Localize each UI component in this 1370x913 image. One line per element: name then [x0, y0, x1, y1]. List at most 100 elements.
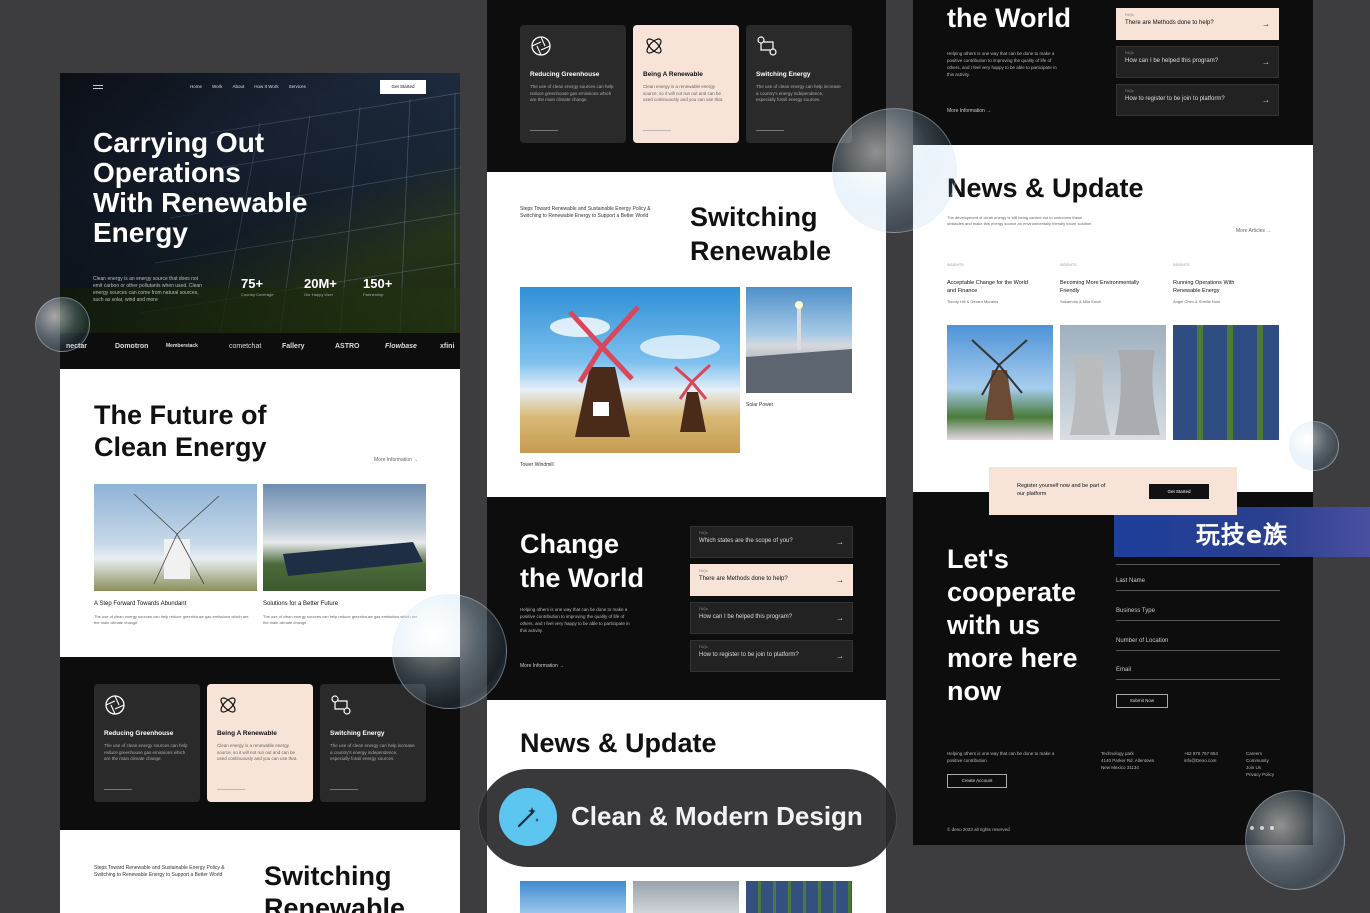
card-switching-energy[interactable]: Switching Energy The use of clean energy… [320, 684, 426, 802]
bubble-decoration [1289, 421, 1339, 471]
stat-1: 75+ Country Coverage [241, 276, 274, 297]
solar-field-image [263, 484, 426, 591]
register-text: Register yourself now and be part of our… [1017, 483, 1106, 497]
magic-wand-icon [499, 788, 557, 846]
badge-text: Clean & Modern Design [571, 801, 863, 831]
card-switching-energy[interactable]: Switching Energy The use of clean energy… [746, 25, 852, 143]
faq-item-2[interactable]: FAQs There are Methods done to help? → [690, 564, 853, 596]
nav-services[interactable]: Services [289, 84, 306, 89]
panel-right: the World Helping others is one way that… [913, 0, 1313, 845]
footer-copyright: © deno 2023 all rights reserved [947, 827, 1010, 832]
news-item-3[interactable]: INSIGHTS Running Operations With Renewab… [1173, 262, 1279, 305]
change-more-link[interactable]: More Information → [520, 663, 564, 670]
nav-how-it-work[interactable]: How It Work [254, 84, 278, 89]
switching-title: Switching Renewable [690, 202, 832, 266]
footer-link-privacy[interactable]: Privacy Policy [1246, 771, 1274, 778]
nav-about[interactable]: About [232, 84, 244, 89]
news-more-articles-link[interactable]: More Articles → [1236, 228, 1271, 235]
register-get-started-button[interactable]: Get Started [1149, 484, 1209, 499]
logo-flowbase: Flowbase [385, 343, 417, 350]
news-description: The development of clean energy is still… [947, 215, 1092, 226]
change-description-right: Helping others is one way that can be do… [947, 51, 1057, 77]
faq-item-4[interactable]: FAQs How to register to be join to platfo… [690, 640, 853, 672]
nav-menu: Home Work About How It Work Services [190, 84, 306, 89]
contact-form: Last Name Business Type Number of Locati… [1116, 560, 1280, 720]
stat-2: 20M+ Our Happy User [304, 276, 337, 297]
logo-memberstack: Memberstack [166, 343, 198, 349]
footer-link-community[interactable]: Community [1246, 757, 1274, 764]
footer-link-careers[interactable]: Careers [1246, 750, 1274, 757]
card-title: Switching Energy [330, 730, 385, 737]
logo-cometchat: cometchat [229, 343, 262, 350]
windmill-graphic [133, 493, 220, 585]
arrow-right-icon: → [836, 575, 844, 585]
bubble-decoration [832, 108, 957, 233]
news-thumb-1 [520, 881, 626, 913]
cooling-towers-graphic [1070, 350, 1160, 435]
logo-xfinity: xfini [440, 343, 455, 350]
footer-description: Helping others is one way that can be do… [947, 751, 1055, 763]
last-name-field[interactable]: Last Name [1116, 578, 1280, 591]
arrow-right-icon: → [836, 651, 844, 661]
card-reducing-greenhouse[interactable]: Reducing Greenhouse The use of clean ene… [520, 25, 626, 143]
card-title: Being A Renewable [217, 730, 277, 737]
register-banner: Register yourself now and be part of our… [989, 467, 1237, 515]
caption-solar-power: Solar Power [746, 402, 774, 408]
news-image-cooling-towers [1060, 325, 1166, 440]
business-type-field[interactable]: Business Type [1116, 608, 1280, 621]
card-desc: The use of clean energy can help increas… [756, 84, 841, 102]
future-more-link[interactable]: More Information → [374, 457, 418, 464]
submit-button[interactable]: Submit Now [1116, 694, 1168, 708]
faq-item-3[interactable]: FAQs How can I be helped this program? → [1116, 46, 1279, 78]
news-title: News & Update [520, 728, 717, 758]
card-reducing-greenhouse[interactable]: Reducing Greenhouse The use of clean ene… [94, 684, 200, 802]
footer-link-join-us[interactable]: Join Us [1246, 764, 1274, 771]
switching-section: Steps Toward Renewable and Sustainable E… [487, 172, 886, 497]
get-started-button[interactable]: Get Started [380, 80, 426, 94]
solar-tower-graphic [746, 301, 852, 393]
arrow-right-icon: → [1262, 57, 1270, 67]
bubble-decoration [35, 297, 90, 352]
footer-links: Careers Community Join Us Privacy Policy [1246, 750, 1274, 778]
card-desc: Clean energy is a renewable energy sourc… [643, 84, 724, 102]
menu-icon[interactable] [93, 85, 103, 89]
tower-windmill-image [520, 287, 740, 453]
news-item-1[interactable]: INSIGHTS Acceptable Change for the World… [947, 262, 1053, 305]
bubble-decoration [1245, 790, 1345, 890]
nav-home[interactable]: Home [190, 84, 202, 89]
faq-item-1[interactable]: FAQs Which states are the scope of you? → [690, 526, 853, 558]
nav-work[interactable]: Work [212, 84, 222, 89]
hero-title: Carrying Out Operations With Renewable E… [93, 127, 308, 248]
switching-title: Switching Renewable [264, 861, 406, 913]
change-description: Helping others is one way that can be do… [520, 607, 630, 633]
card-being-renewable[interactable]: Being A Renewable Clean energy is a rene… [207, 684, 313, 802]
card-title: Reducing Greenhouse [530, 71, 600, 78]
faq-item-4[interactable]: FAQs How to register to be join to platfo… [1116, 84, 1279, 116]
switch-icon [757, 36, 777, 56]
card-being-renewable[interactable]: Being A Renewable Clean energy is a rene… [633, 25, 739, 143]
change-more-link-right[interactable]: More Information → [947, 108, 991, 115]
caption-tower-windmill: Tower Windmill [520, 462, 554, 468]
atom-icon [646, 38, 662, 54]
card-desc: Clean energy is a renewable energy sourc… [217, 743, 298, 761]
email-field[interactable]: Email [1116, 667, 1280, 680]
future-item-1-title: A Step Forward Towards Abundant [94, 601, 187, 607]
news-image-windmill [947, 325, 1053, 440]
windmill-image [94, 484, 257, 591]
number-of-location-field[interactable]: Number of Location [1116, 638, 1280, 651]
logo-strip: nectar Domotron Memberstack cometchat Fa… [60, 338, 460, 363]
future-title: The Future of Clean Energy [94, 400, 267, 462]
hero-description: Clean energy is an energy source that do… [93, 276, 202, 303]
footer-address: Technology park 4140 Parker Rd. Allentow… [1101, 751, 1155, 770]
arrow-right-icon: → [836, 537, 844, 547]
stat-3: 150+ Partnership [363, 276, 393, 297]
faq-item-3[interactable]: FAQs How can I be helped this program? → [690, 602, 853, 634]
future-item-1-desc: The use of clean energy sources can help… [94, 614, 249, 625]
faq-item-2[interactable]: FAQs There are Methods done to help? → [1116, 8, 1279, 40]
cooperate-title: Let's cooperate with us more here now [947, 544, 1078, 706]
switching-section-left: Steps Toward Renewable and Sustainable E… [60, 830, 460, 913]
create-account-button[interactable]: Create Account [947, 774, 1007, 788]
news-item-2[interactable]: INSIGHTS Becoming More Environmentally F… [1060, 262, 1166, 305]
logo-fallery: Fallery [282, 343, 305, 350]
solar-power-image [746, 287, 852, 393]
